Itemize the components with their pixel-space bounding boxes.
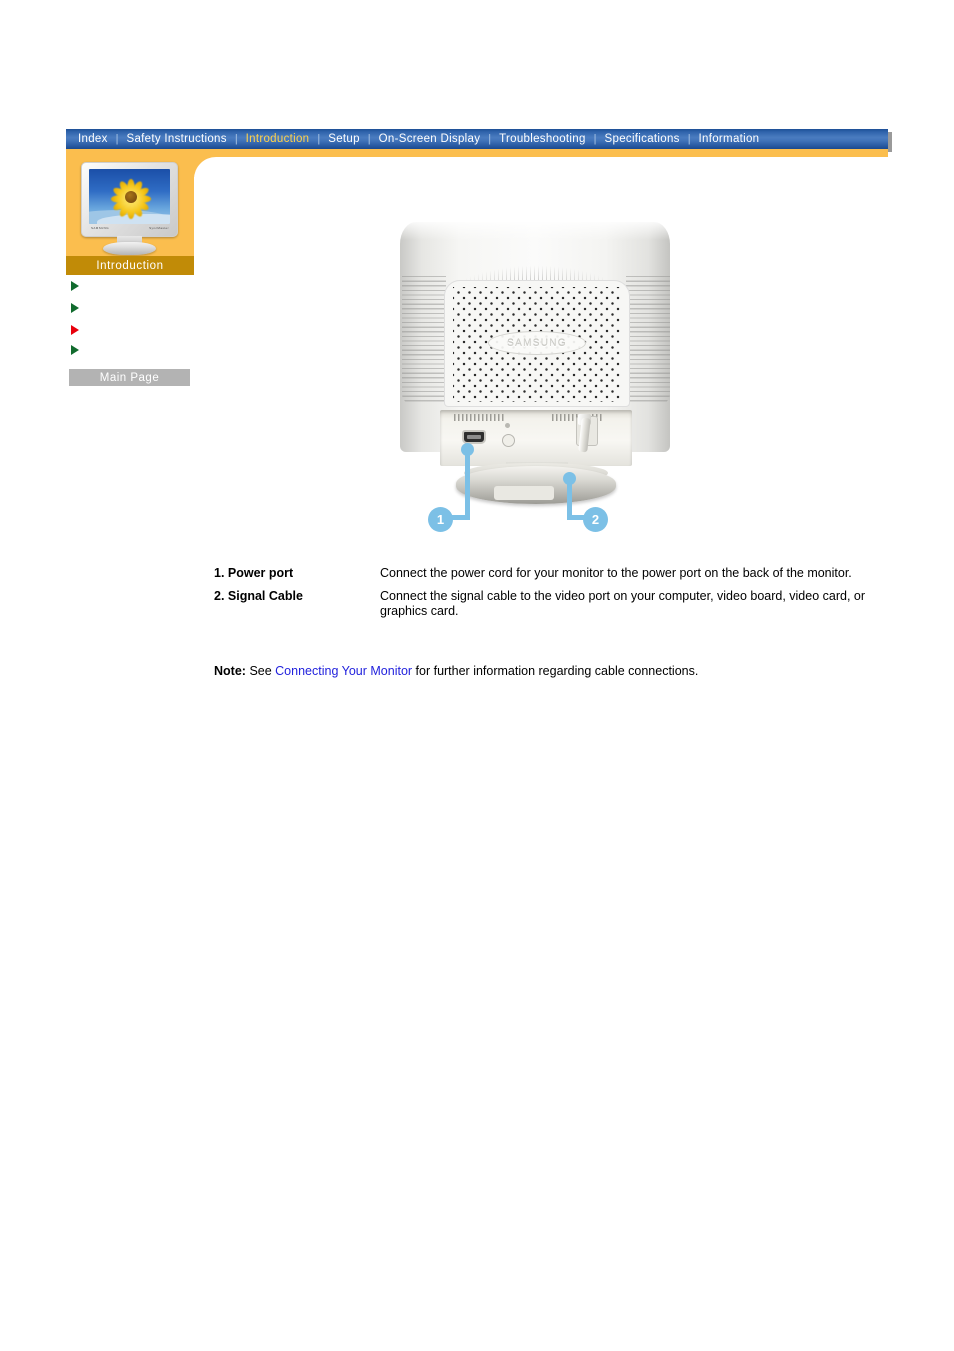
callout-1-hline	[452, 515, 470, 520]
monitor-stand-notch	[494, 486, 554, 500]
sidebar-bullet-4-icon[interactable]	[71, 345, 79, 355]
nav-item-setup[interactable]: Setup	[321, 129, 367, 149]
description-label: 1. Power port	[214, 566, 294, 580]
monitor-left-wing-vent	[402, 276, 446, 404]
callout-1-marker: 1	[428, 507, 453, 532]
monitor-rear-figure: SAMSUNG	[398, 218, 674, 538]
thumbnail-brand-right: SyncMaster	[149, 225, 169, 230]
thumbnail-stand-base	[103, 242, 156, 255]
callout-1-vline	[465, 449, 470, 520]
nav-bar-shadow	[888, 132, 892, 152]
navigation-bar: Index | Safety Instructions | Introducti…	[66, 129, 888, 149]
nav-item-index[interactable]: Index	[71, 129, 115, 149]
round-port	[502, 434, 515, 447]
top-navigation: Index | Safety Instructions | Introducti…	[66, 129, 892, 152]
sunflower-icon	[111, 177, 151, 219]
power-port	[462, 430, 486, 444]
content-panel-corner	[194, 157, 888, 179]
thumbnail-screen	[89, 169, 170, 224]
deck-screw	[505, 423, 510, 428]
callout-2-vline	[567, 478, 572, 520]
sidebar-bullet-2-icon[interactable]	[71, 303, 79, 313]
sidebar-bullet-1-icon[interactable]	[71, 281, 79, 291]
nav-item-troubleshooting[interactable]: Troubleshooting	[492, 129, 593, 149]
description-row-signal-cable: 2. Signal Cable Connect the signal cable…	[214, 589, 894, 619]
note-label: Note:	[214, 664, 246, 678]
sidebar-bullet-3-icon[interactable]	[71, 325, 79, 335]
thumbnail-brand-left: SAMSUNG	[91, 225, 109, 230]
sidebar-section-label: Introduction	[66, 256, 194, 275]
deck-vent-left	[454, 414, 504, 421]
nav-item-information[interactable]: Information	[692, 129, 767, 149]
nav-item-introduction[interactable]: Introduction	[239, 129, 317, 149]
description-text: Connect the power cord for your monitor …	[380, 566, 852, 580]
description-text: Connect the signal cable to the video po…	[380, 589, 866, 618]
callout-2-marker: 2	[583, 507, 608, 532]
description-row-power-port: 1. Power port Connect the power cord for…	[214, 566, 894, 581]
nav-item-on-screen-display[interactable]: On-Screen Display	[372, 129, 488, 149]
nav-item-safety-instructions[interactable]: Safety Instructions	[120, 129, 234, 149]
note-after-link: for further information regarding cable …	[412, 664, 699, 678]
monitor-perforated-panel: SAMSUNG	[444, 280, 630, 407]
note-before-link: See	[249, 664, 276, 678]
thumbnail-bezel: SAMSUNG SyncMaster	[81, 162, 178, 237]
description-label: 2. Signal Cable	[214, 589, 303, 603]
description-list: 1. Power port Connect the power cord for…	[214, 566, 894, 627]
connecting-your-monitor-link[interactable]: Connecting Your Monitor	[275, 664, 412, 678]
nav-item-specifications[interactable]: Specifications	[598, 129, 687, 149]
sidebar-monitor-thumbnail[interactable]: SAMSUNG SyncMaster	[81, 162, 178, 255]
sunflower-core	[125, 191, 137, 203]
samsung-logo-emboss: SAMSUNG	[488, 331, 586, 355]
monitor-right-wing-vent	[626, 276, 670, 404]
main-page-button[interactable]: Main Page	[69, 369, 190, 386]
note-line: Note: See Connecting Your Monitor for fu…	[214, 664, 698, 678]
